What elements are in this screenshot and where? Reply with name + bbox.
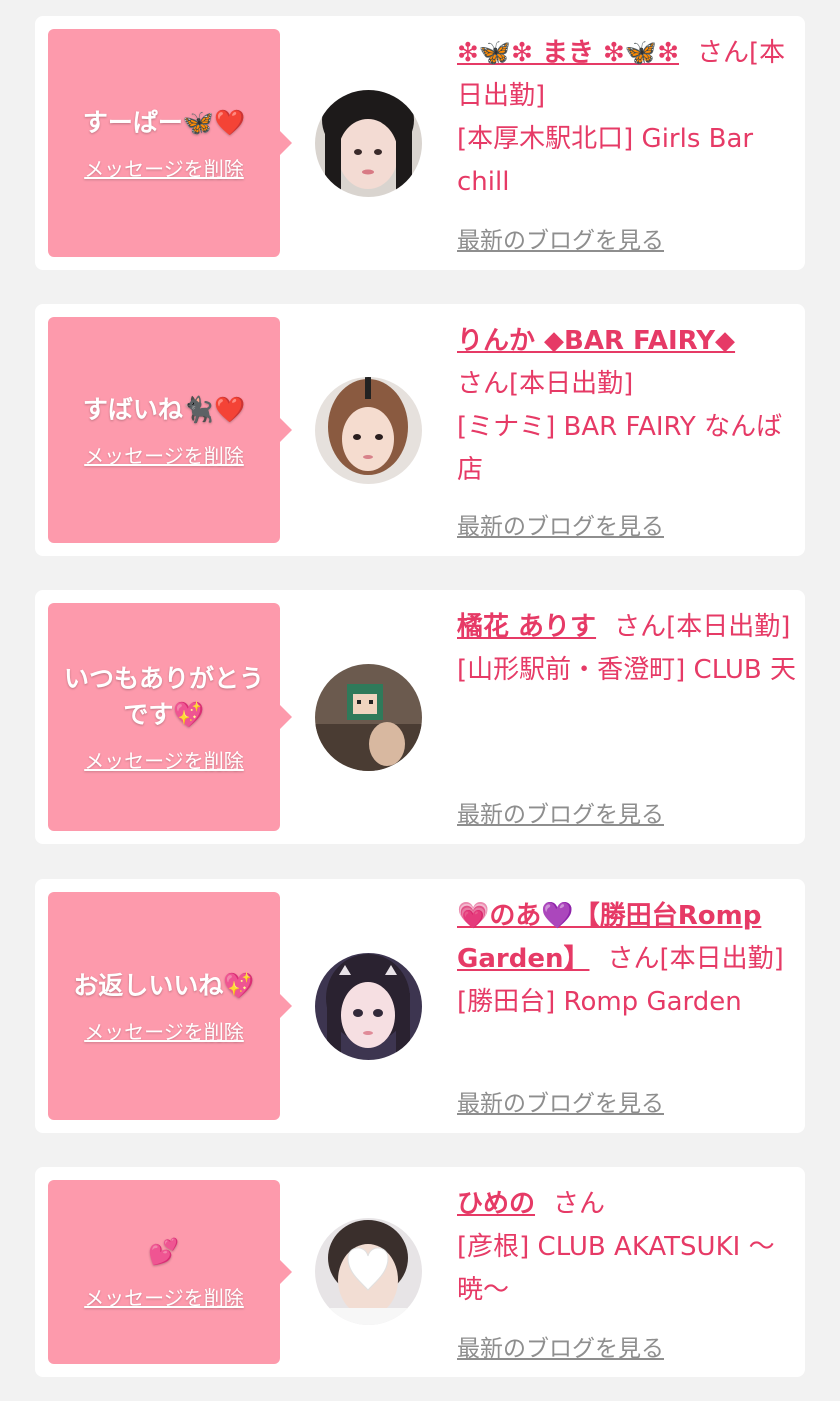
avatar[interactable] bbox=[315, 377, 422, 484]
avatar[interactable] bbox=[315, 664, 422, 771]
cast-name-link[interactable]: りんか ◆BAR FAIRY◆ bbox=[457, 326, 735, 356]
shop-name: [ミナミ] BAR FAIRY なんば店 bbox=[457, 412, 783, 485]
avatar[interactable] bbox=[315, 1218, 422, 1325]
cast-name-link[interactable]: ❇︎🦋❇︎ まき ❇︎🦋❇︎ bbox=[457, 38, 679, 68]
cast-card: すばいね🐈‍⬛❤️ メッセージを削除 りんか ◆BAR FAIRY◆ さん[本日… bbox=[35, 304, 805, 556]
cast-name-link[interactable]: ひめの bbox=[457, 1189, 535, 1219]
latest-blog-link[interactable]: 最新のブログを見る bbox=[457, 507, 664, 541]
message-text: すばいね🐈‍⬛❤️ bbox=[82, 394, 246, 424]
delete-message-link[interactable]: メッセージを削除 bbox=[84, 1282, 244, 1311]
shop-name: [山形駅前・香澄町] CLUB 天 bbox=[457, 655, 797, 685]
cast-status: さん[本日出勤] bbox=[457, 369, 634, 399]
latest-blog-link[interactable]: 最新のブログを見る bbox=[457, 795, 664, 829]
delete-message-link[interactable]: メッセージを削除 bbox=[84, 153, 244, 182]
cast-status: さん[本日出勤] bbox=[607, 944, 784, 974]
avatar[interactable] bbox=[315, 90, 422, 197]
latest-blog-link[interactable]: 最新のブログを見る bbox=[457, 1329, 664, 1363]
cast-info: 💗のあ💜【勝田台Romp Garden】 さん[本日出勤] [勝田台] Romp … bbox=[457, 895, 797, 1024]
shop-name: [勝田台] Romp Garden bbox=[457, 987, 742, 1017]
message-text: 💕 bbox=[148, 1236, 180, 1266]
message-bubble: すーぱー🦋❤️ メッセージを削除 bbox=[48, 29, 292, 257]
message-bubble: お返しいいね💖 メッセージを削除 bbox=[48, 892, 292, 1120]
cast-card: いつもありがとうです💖 メッセージを削除 橘花 ありす さん[本日出勤] [山形駅… bbox=[35, 590, 805, 844]
cast-status: さん[本日出勤] bbox=[614, 612, 791, 642]
cast-info: 橘花 ありす さん[本日出勤] [山形駅前・香澄町] CLUB 天 bbox=[457, 606, 797, 692]
message-bubble: すばいね🐈‍⬛❤️ メッセージを削除 bbox=[48, 317, 292, 543]
delete-message-link[interactable]: メッセージを削除 bbox=[84, 1016, 244, 1045]
message-bubble: 💕 メッセージを削除 bbox=[48, 1180, 292, 1364]
latest-blog-link[interactable]: 最新のブログを見る bbox=[457, 1084, 664, 1118]
cast-card: お返しいいね💖 メッセージを削除 💗のあ💜【勝田台Romp Garden】 さん[… bbox=[35, 879, 805, 1133]
shop-name: [本厚木駅北口] Girls Bar chill bbox=[457, 124, 754, 197]
favorite-list: すーぱー🦋❤️ メッセージを削除 ❇︎🦋❇︎ まき ❇︎🦋❇︎ さん[本日出勤] … bbox=[0, 0, 840, 1401]
delete-message-link[interactable]: メッセージを削除 bbox=[84, 440, 244, 469]
avatar[interactable] bbox=[315, 953, 422, 1060]
cast-info: りんか ◆BAR FAIRY◆ さん[本日出勤] [ミナミ] BAR FAIRY… bbox=[457, 320, 797, 492]
cast-info: ひめの さん [彦根] CLUB AKATSUKI 〜暁〜 bbox=[457, 1183, 797, 1312]
message-text: お返しいいね💖 bbox=[73, 970, 255, 1000]
message-text: すーぱー🦋❤️ bbox=[82, 107, 246, 137]
cast-card: 💕 メッセージを削除 ひめの さん [彦根] CLUB AKATSUKI 〜暁〜 … bbox=[35, 1167, 805, 1377]
latest-blog-link[interactable]: 最新のブログを見る bbox=[457, 221, 664, 255]
message-bubble: いつもありがとうです💖 メッセージを削除 bbox=[48, 603, 292, 831]
delete-message-link[interactable]: メッセージを削除 bbox=[84, 745, 244, 774]
cast-name-link[interactable]: 橘花 ありす bbox=[457, 612, 596, 642]
cast-card: すーぱー🦋❤️ メッセージを削除 ❇︎🦋❇︎ まき ❇︎🦋❇︎ さん[本日出勤] … bbox=[35, 16, 805, 270]
cast-status: さん bbox=[553, 1189, 606, 1219]
cast-info: ❇︎🦋❇︎ まき ❇︎🦋❇︎ さん[本日出勤] [本厚木駅北口] Girls Ba… bbox=[457, 32, 797, 204]
shop-name: [彦根] CLUB AKATSUKI 〜暁〜 bbox=[457, 1232, 775, 1305]
message-text: いつもありがとうです💖 bbox=[63, 663, 264, 729]
